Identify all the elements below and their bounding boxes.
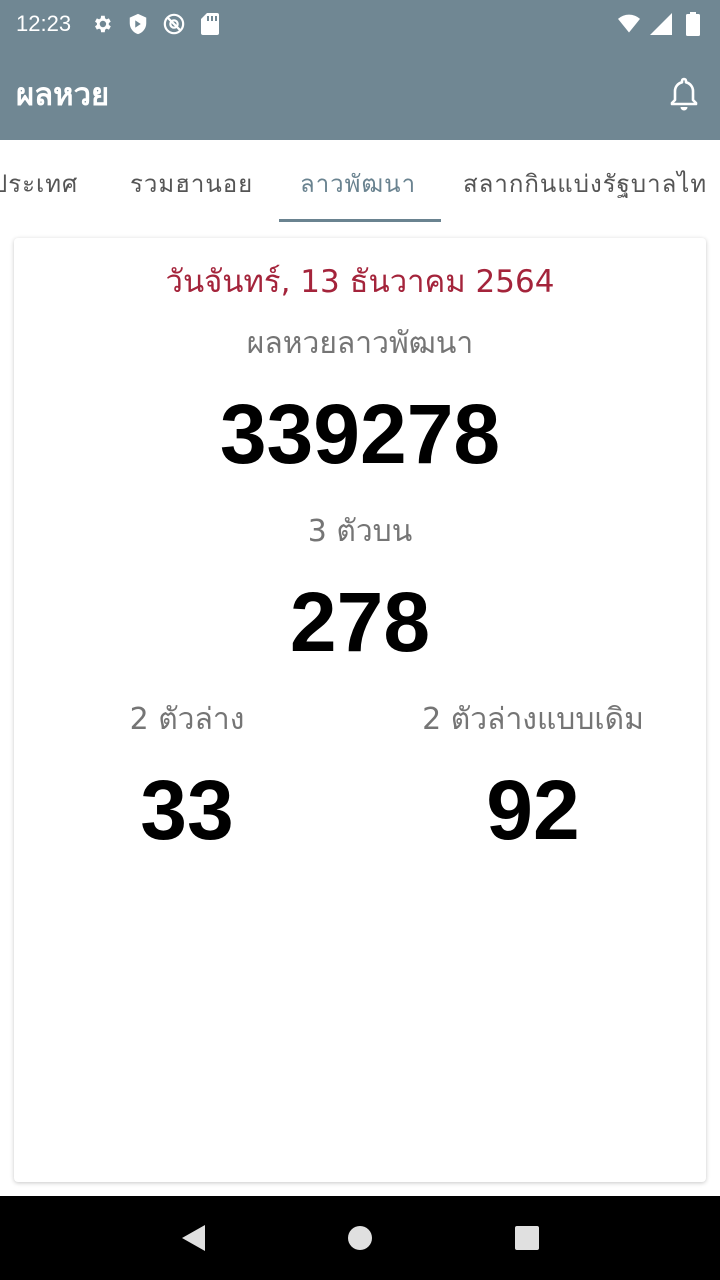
- signal-icon: [650, 13, 672, 35]
- home-icon[interactable]: [336, 1214, 384, 1262]
- status-time: 12:23: [16, 11, 72, 36]
- two-bottom-old-number: 92: [486, 763, 580, 857]
- tab-ruam-hanoi[interactable]: รวมฮานอย: [130, 140, 253, 226]
- bell-icon[interactable]: [664, 74, 704, 114]
- draw-date: วันจันทร์, 13 ธันวาคม 2564: [165, 264, 555, 300]
- two-bottom-old-label: 2 ตัวล่างแบบเดิม: [422, 702, 644, 737]
- recents-icon[interactable]: [503, 1214, 551, 1262]
- back-icon[interactable]: [169, 1214, 217, 1262]
- tab-bar: ประเทศ รวมฮานอย ลาวพัฒนา สลากกินแบ่งรัฐบ…: [0, 140, 720, 226]
- app-title: ผลหวย: [16, 77, 110, 113]
- status-icons-left: [91, 13, 221, 35]
- main-number: 339278: [219, 387, 501, 481]
- app-bar: ผลหวย: [0, 48, 720, 140]
- sd-card-icon: [199, 13, 221, 35]
- gear-icon: [91, 13, 113, 35]
- tab-label: รวมฮานอย: [130, 169, 254, 198]
- tab-indicator: [279, 219, 441, 222]
- navigation-bar: [0, 1196, 720, 1280]
- tab-government-lottery[interactable]: สลากกินแบ่งรัฐบาลไท: [463, 140, 707, 226]
- two-bottom-label: 2 ตัวล่าง: [129, 702, 245, 737]
- tab-prathet[interactable]: ประเทศ: [0, 140, 78, 226]
- three-top-label: 3 ตัวบน: [307, 514, 413, 549]
- three-top-number: 278: [289, 575, 431, 669]
- tab-lao-phatthana[interactable]: ลาวพัฒนา: [300, 140, 416, 226]
- no-sim-icon: [163, 13, 185, 35]
- result-card: วันจันทร์, 13 ธันวาคม 2564 ผลหวยลาวพัฒนา…: [14, 238, 706, 1182]
- status-bar: 12:23: [0, 0, 720, 48]
- two-bottom-number: 33: [140, 763, 234, 857]
- shield-icon: [127, 13, 149, 35]
- tab-label: สลากกินแบ่งรัฐบาลไท: [463, 169, 708, 198]
- status-icons-right: [618, 12, 704, 36]
- result-title: ผลหวยลาวพัฒนา: [246, 326, 474, 361]
- wifi-icon: [618, 13, 640, 35]
- tab-label: ลาวพัฒนา: [300, 169, 417, 198]
- tab-label: ประเทศ: [0, 169, 79, 198]
- battery-icon: [682, 12, 704, 36]
